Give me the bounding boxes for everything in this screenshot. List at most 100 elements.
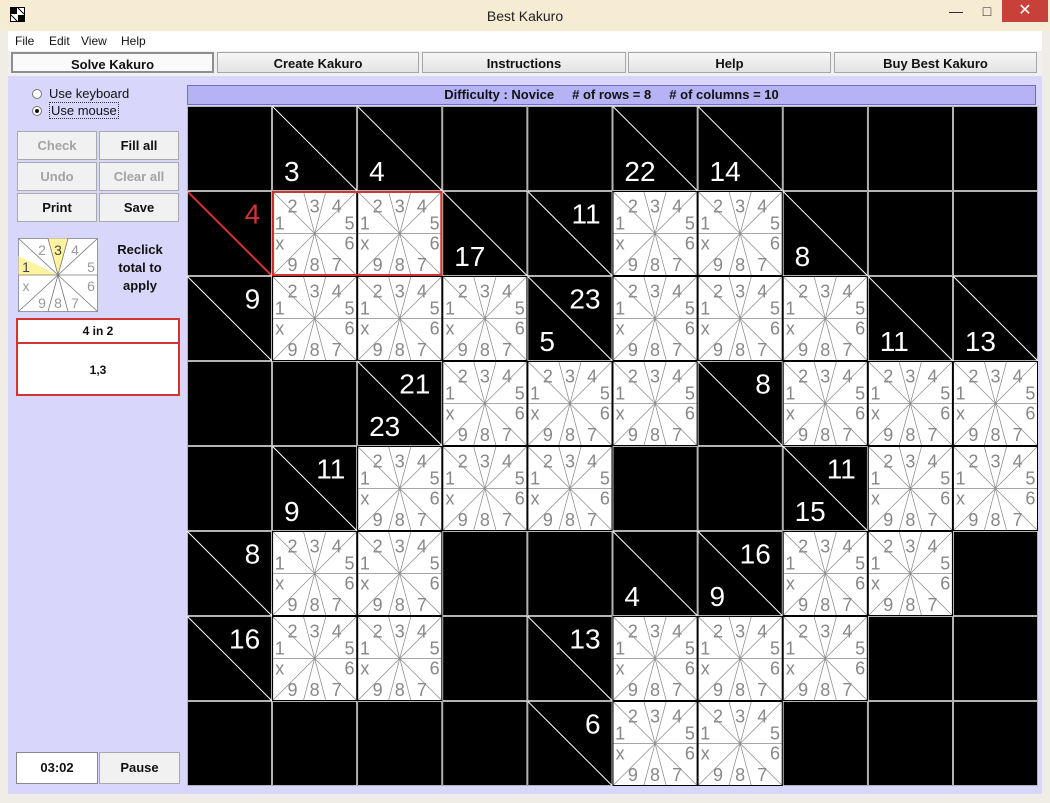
entry-cell[interactable]: 2 3 4 1 5 x 6 9 8 7 <box>782 276 868 361</box>
entry-cell[interactable]: 2 3 4 1 5 x 6 9 8 7 <box>697 191 783 276</box>
entry-cell[interactable]: 2 3 4 1 5 x 6 9 8 7 <box>952 446 1038 531</box>
wheel-digit-7: 7 <box>417 255 427 275</box>
entry-cell[interactable]: 2 3 4 1 5 x 6 9 8 7 <box>272 276 358 361</box>
entry-cell[interactable]: 2 3 4 1 5 x 6 9 8 7 <box>357 531 443 616</box>
tab-instructions[interactable]: Instructions <box>422 52 626 73</box>
wheel-digit-1: 1 <box>530 468 540 488</box>
use-keyboard-option[interactable]: Use keyboard <box>32 86 129 101</box>
maximize-icon[interactable]: □ <box>972 0 1002 22</box>
wheel-digit-8: 8 <box>735 255 745 275</box>
entry-cell[interactable]: 2 3 4 1 5 x 6 9 8 7 <box>442 446 528 531</box>
entry-cell[interactable]: 2 3 4 1 5 x 6 9 8 7 <box>952 361 1038 446</box>
entry-cell[interactable]: 2 3 4 1 5 x 6 9 8 7 <box>782 531 868 616</box>
wheel-digit-x: x <box>360 489 369 509</box>
wheel-digit-9: 9 <box>373 510 383 530</box>
entry-cell[interactable]: 2 3 4 1 5 x 6 9 8 7 <box>867 446 953 531</box>
wheel-digit-4: 4 <box>842 621 852 641</box>
wheel-digit-8: 8 <box>905 595 915 615</box>
wheel-digit-2: 2 <box>458 451 468 471</box>
entry-cell[interactable]: 2 3 4 1 5 x 6 9 8 7 <box>272 616 358 701</box>
wheel-digit-2: 2 <box>628 281 638 301</box>
entry-cell[interactable]: 2 3 4 1 5 x 6 9 8 7 <box>612 361 698 446</box>
across-clue: 4 <box>245 198 261 229</box>
wheel-digit-8: 8 <box>820 425 830 445</box>
wheel-digit-8: 8 <box>565 425 575 445</box>
wheel-digit-3: 3 <box>650 706 660 726</box>
entry-cell[interactable]: 2 3 4 1 5 x 6 9 8 7 <box>442 361 528 446</box>
wheel-digit-6: 6 <box>940 489 950 509</box>
clear-all-button[interactable]: Clear all <box>99 162 179 191</box>
wheel-digit-x: x <box>275 319 284 339</box>
digit-wheel-legend: 2 3 4 1 5 x 6 9 8 7 <box>18 238 98 312</box>
entry-cell[interactable]: 2 3 4 1 5 x 6 9 8 7 <box>867 531 953 616</box>
use-mouse-option[interactable]: Use mouse <box>32 102 119 119</box>
wheel-digit-2: 2 <box>628 366 638 386</box>
fill-all-button[interactable]: Fill all <box>99 131 179 160</box>
entry-cell[interactable]: 2 3 4 1 5 x 6 9 8 7 <box>527 446 613 531</box>
wheel-digit-4: 4 <box>1013 451 1023 471</box>
tab-solve-kakuro[interactable]: Solve Kakuro <box>11 52 214 73</box>
menu-help[interactable]: Help <box>121 34 146 48</box>
mouse-radio[interactable] <box>32 106 42 116</box>
wheel-digit-6: 6 <box>770 319 780 339</box>
tab-buy-best-kakuro[interactable]: Buy Best Kakuro <box>834 52 1037 73</box>
entry-cell[interactable]: 2 3 4 1 5 x 6 9 8 7 <box>357 276 443 361</box>
entry-cell[interactable]: 2 3 4 1 5 x 6 9 8 7 <box>527 361 613 446</box>
tab-create-kakuro[interactable]: Create Kakuro <box>217 52 419 73</box>
entry-cell[interactable]: 2 3 4 1 5 x 6 9 8 7 <box>612 616 698 701</box>
wheel-digit-6: 6 <box>430 659 440 679</box>
keyboard-radio[interactable] <box>32 89 42 99</box>
use-mouse-label: Use mouse <box>49 102 119 119</box>
menu-view[interactable]: View <box>81 34 107 48</box>
wheel-digit-8: 8 <box>905 510 915 530</box>
wheel-digit-8: 8 <box>820 595 830 615</box>
entry-cell[interactable]: 2 3 4 1 5 x 6 9 8 7 <box>867 361 953 446</box>
tab-help[interactable]: Help <box>628 52 831 73</box>
wheel-digit-3: 3 <box>735 706 745 726</box>
wheel-digit-4: 4 <box>502 451 512 471</box>
blocked-cell <box>867 191 953 276</box>
entry-cell[interactable]: 2 3 4 1 5 x 6 9 8 7 <box>612 276 698 361</box>
print-button[interactable]: Print <box>17 193 97 222</box>
wheel-digit-x: x <box>701 744 710 764</box>
mini-wheel-digit-5: 5 <box>87 259 95 275</box>
check-button[interactable]: Check <box>17 131 97 160</box>
entry-cell[interactable]: 2 3 4 1 5 x 6 9 8 7 <box>357 446 443 531</box>
entry-cell[interactable]: 2 3 4 1 5 x 6 9 8 7 <box>612 191 698 276</box>
wheel-digit-3: 3 <box>565 366 575 386</box>
blocked-cell <box>697 446 783 531</box>
entry-cell[interactable]: 2 3 4 1 5 x 6 9 8 7 <box>612 701 698 786</box>
rows-label: # of rows = 8 <box>572 87 652 102</box>
wheel-digit-5: 5 <box>855 383 865 403</box>
wheel-digit-1: 1 <box>700 723 710 743</box>
entry-cell[interactable]: 2 3 4 1 5 x 6 9 8 7 <box>697 701 783 786</box>
entry-cell[interactable]: 2 3 4 1 5 x 6 9 8 7 <box>272 191 358 276</box>
entry-cell[interactable]: 2 3 4 1 5 x 6 9 8 7 <box>782 616 868 701</box>
entry-cell[interactable]: 2 3 4 1 5 x 6 9 8 7 <box>357 191 443 276</box>
kakuro-board[interactable]: 3 4 22 144 2 3 41 5x 69 8 72 3 41 5x 69 8 7 1711 2 3 41 5x 69 8… <box>187 106 1038 786</box>
wheel-digit-3: 3 <box>395 281 405 301</box>
blocked-cell <box>442 106 528 191</box>
wheel-digit-x: x <box>275 574 284 594</box>
kakuro-grid[interactable]: 3 4 22 14 4 2 3 4 1 5 x 6 9 8 7 2 3 4 1 5 x 6 9 8 7 17 11 2 3 4 1 5 x 6 9 8… <box>187 106 1038 786</box>
save-button[interactable]: Save <box>99 193 179 222</box>
wheel-digit-7: 7 <box>417 680 427 700</box>
blocked-cell <box>442 531 528 616</box>
menu-edit[interactable]: Edit <box>49 34 70 48</box>
minimize-icon[interactable]: — <box>940 0 972 22</box>
entry-cell[interactable]: 2 3 4 1 5 x 6 9 8 7 <box>697 276 783 361</box>
wheel-digit-4: 4 <box>927 536 937 556</box>
entry-cell[interactable]: 2 3 4 1 5 x 6 9 8 7 <box>357 616 443 701</box>
wheel-digit-9: 9 <box>288 680 298 700</box>
pause-button[interactable]: Pause <box>99 752 180 784</box>
close-icon[interactable]: ✕ <box>1002 0 1048 22</box>
difficulty-label: Difficulty : Novice <box>444 87 555 102</box>
entry-cell[interactable]: 2 3 4 1 5 x 6 9 8 7 <box>697 616 783 701</box>
menu-file[interactable]: File <box>15 34 34 48</box>
entry-cell[interactable]: 2 3 4 1 5 x 6 9 8 7 <box>782 361 868 446</box>
wheel-digit-5: 5 <box>685 213 695 233</box>
undo-button[interactable]: Undo <box>17 162 97 191</box>
wheel-digit-8: 8 <box>395 595 405 615</box>
entry-cell[interactable]: 2 3 4 1 5 x 6 9 8 7 <box>442 276 528 361</box>
entry-cell[interactable]: 2 3 4 1 5 x 6 9 8 7 <box>272 531 358 616</box>
